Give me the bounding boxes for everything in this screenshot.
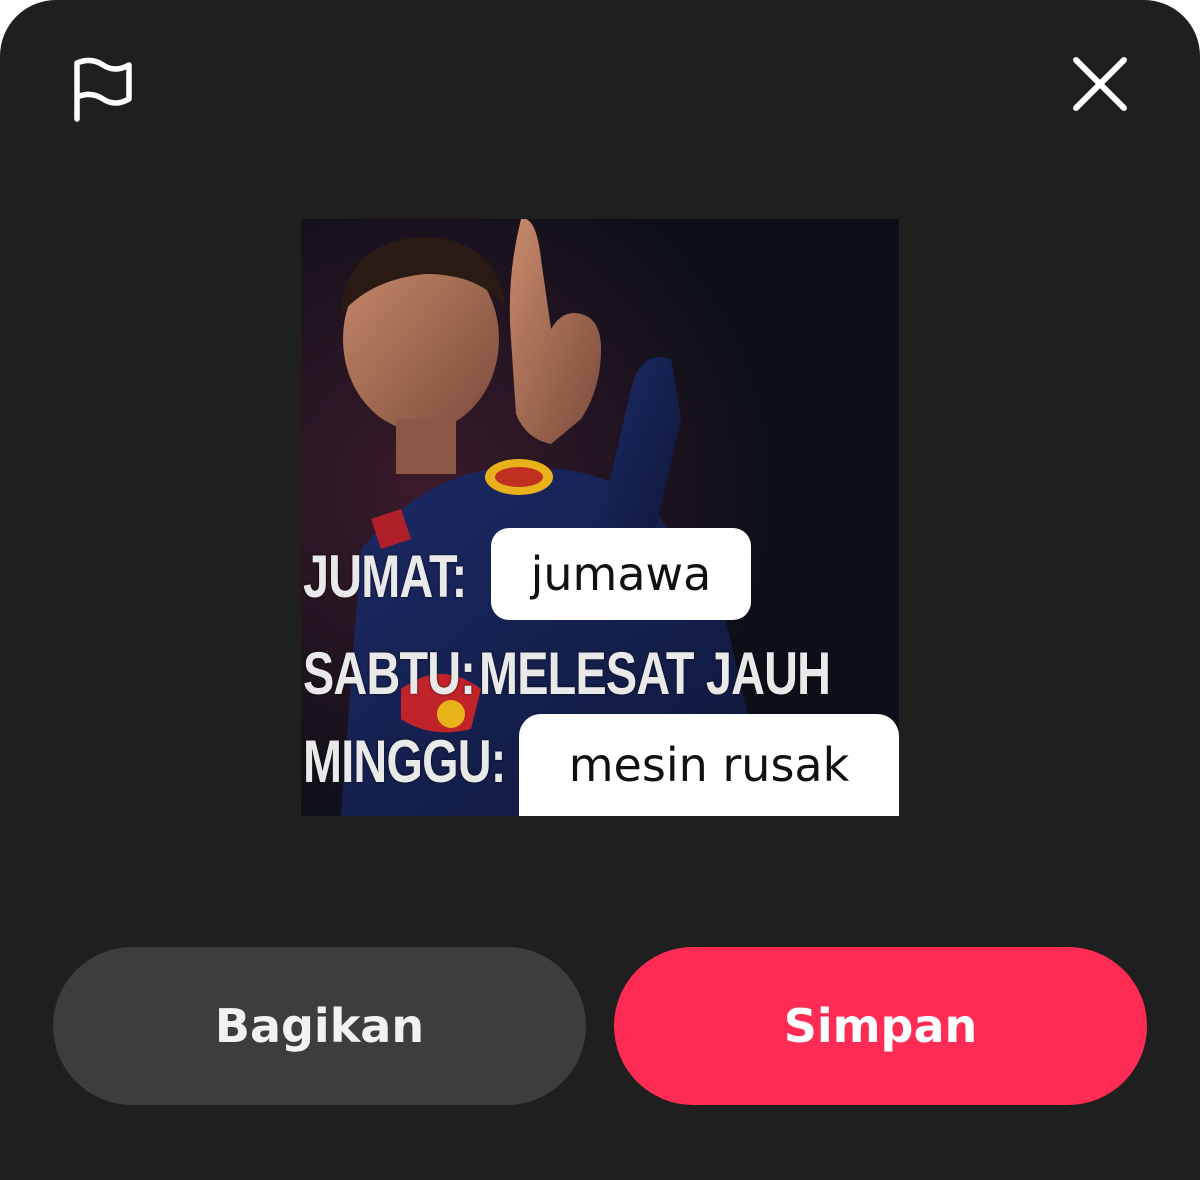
caption-bubble-friday: jumawa	[491, 528, 751, 620]
close-button[interactable]	[1056, 42, 1144, 130]
day-label-saturday: SABTU:	[303, 640, 476, 707]
flag-icon	[65, 53, 135, 128]
caption-text-saturday: MELESAT JAUH	[479, 640, 831, 707]
share-button[interactable]: Bagikan	[53, 947, 586, 1105]
meme-sticker-image: JUMAT: jumawa SABTU: MELESAT JAUH MINGGU…	[301, 219, 899, 816]
save-button[interactable]: Simpan	[614, 947, 1147, 1105]
day-label-friday: JUMAT:	[303, 543, 467, 610]
report-button[interactable]	[56, 46, 144, 134]
share-sheet: JUMAT: jumawa SABTU: MELESAT JAUH MINGGU…	[0, 0, 1200, 1180]
close-icon	[1072, 56, 1128, 117]
caption-bubble-sunday: mesin rusak	[519, 714, 899, 816]
day-label-sunday: MINGGU:	[303, 728, 506, 795]
